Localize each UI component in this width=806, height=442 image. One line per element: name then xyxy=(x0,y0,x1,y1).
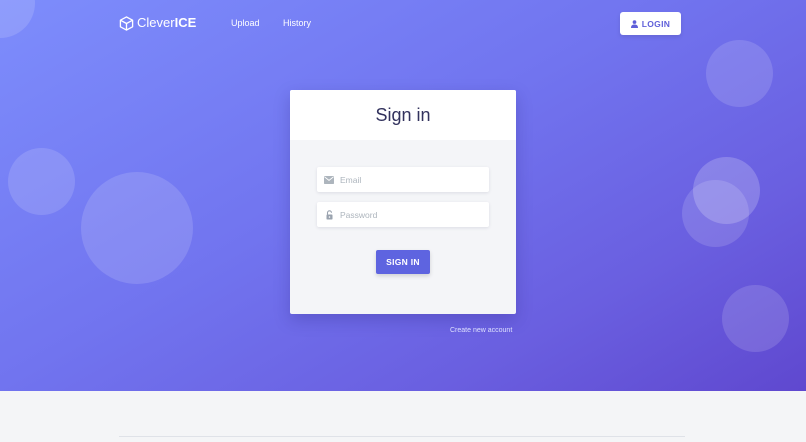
hero-background: CleverICE Upload History LOGIN Sign in E… xyxy=(0,0,806,391)
brand-logo[interactable]: CleverICE xyxy=(119,15,196,31)
nav-link-upload[interactable]: Upload xyxy=(231,18,260,28)
envelope-icon xyxy=(318,175,340,184)
user-icon xyxy=(630,19,638,28)
lock-icon xyxy=(318,209,340,220)
decorative-circle xyxy=(706,40,773,107)
decorative-circle xyxy=(693,157,760,224)
login-button[interactable]: LOGIN xyxy=(620,12,681,35)
signin-title: Sign in xyxy=(375,104,431,125)
email-input[interactable] xyxy=(340,174,480,185)
decorative-circle xyxy=(81,172,193,284)
navbar: CleverICE Upload History LOGIN xyxy=(0,0,806,48)
login-label: LOGIN xyxy=(641,18,671,29)
decorative-circle xyxy=(722,285,789,352)
brand-name: CleverICE xyxy=(137,15,197,30)
footer-divider xyxy=(119,436,685,437)
signin-card-header: Sign in xyxy=(290,90,516,140)
decorative-circle xyxy=(8,148,75,215)
password-field[interactable] xyxy=(317,202,489,227)
create-account-link[interactable]: Create new account xyxy=(450,327,512,334)
cube-icon xyxy=(119,15,134,31)
sign-in-button[interactable]: SIGN IN xyxy=(376,250,430,274)
email-field[interactable] xyxy=(317,167,489,192)
password-input[interactable] xyxy=(340,209,480,220)
nav-link-history[interactable]: History xyxy=(283,18,311,28)
signin-card: Sign in SIGN IN xyxy=(290,90,516,314)
